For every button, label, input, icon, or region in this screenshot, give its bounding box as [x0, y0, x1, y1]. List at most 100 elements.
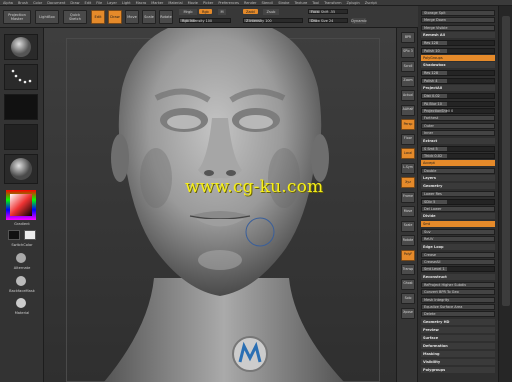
rgb-button[interactable]: Rgb: [199, 9, 212, 14]
thick-0-02-slider[interactable]: Thick 0.02: [421, 153, 495, 159]
merge-down-button[interactable]: Merge Down: [421, 17, 495, 24]
edit-button[interactable]: Edit: [91, 10, 105, 24]
zadd-button[interactable]: Zadd: [243, 9, 258, 14]
alternate-sphere-icon[interactable]: [16, 253, 26, 263]
backface-sphere-icon[interactable]: [16, 276, 26, 286]
menu-item-draw[interactable]: Draw: [70, 1, 79, 5]
res-128-slider[interactable]: Res 128: [421, 40, 495, 47]
tool-bpr-button[interactable]: BPR: [401, 32, 415, 43]
polygroups-button[interactable]: PolyGroups: [421, 55, 495, 61]
mrgb-button[interactable]: Mrgb: [179, 9, 197, 15]
tool-polyf-button[interactable]: PolyF: [401, 249, 415, 261]
menu-item-edit[interactable]: Edit: [85, 1, 92, 5]
menu-item-material[interactable]: Material: [168, 1, 182, 5]
menu-item-tool[interactable]: Tool: [312, 1, 319, 5]
palette-scrollbar[interactable]: [498, 6, 512, 382]
dynamic-button[interactable]: Dynamic: [351, 18, 367, 24]
menu-item-color[interactable]: Color: [33, 1, 42, 5]
scale-button[interactable]: Scale: [142, 10, 156, 24]
tool-scroll-button[interactable]: Scroll: [401, 61, 415, 72]
projectall-section[interactable]: ProjectAll: [421, 85, 495, 92]
geometry-hd-section[interactable]: Geometry HD: [421, 318, 495, 325]
menu-item-file[interactable]: File: [96, 1, 102, 5]
polish-4-slider[interactable]: Polish 4: [421, 77, 495, 84]
rotate-button[interactable]: Rotate: [159, 10, 173, 24]
del-lower-button[interactable]: Del Lower: [421, 206, 495, 212]
creaseall-button[interactable]: CreaseAll: [421, 259, 495, 265]
inner-button[interactable]: Inner: [421, 130, 495, 137]
edge-loop-section[interactable]: Edge Loop: [421, 243, 495, 250]
tool-move-button[interactable]: Move: [401, 206, 415, 217]
menu-item-document[interactable]: Document: [47, 1, 65, 5]
menu-item-render[interactable]: Render: [244, 1, 256, 5]
lightbox-button[interactable]: LightBox: [35, 10, 59, 24]
tool-scale-button[interactable]: Scale: [401, 220, 415, 232]
tool-persp-button[interactable]: Persp: [401, 119, 415, 130]
tool-l-sym-button[interactable]: L.Sym: [401, 162, 415, 174]
menu-item-layer[interactable]: Layer: [107, 1, 117, 5]
s-smt-5-slider[interactable]: S Smt 5: [421, 145, 495, 152]
delete-button[interactable]: Delete: [421, 311, 495, 318]
z-intensity-slider[interactable]: Z Intensity 100: [243, 18, 303, 23]
storage-spit-button[interactable]: Storage Spit: [421, 10, 495, 16]
outer-button[interactable]: Outer: [421, 122, 495, 129]
focal-shift-slider[interactable]: Focal Shift -55: [308, 9, 348, 14]
tool-floor-button[interactable]: Floor: [401, 133, 415, 145]
tool-aahalf-button[interactable]: AAHalf: [401, 104, 415, 116]
reconstruct-section[interactable]: Reconstruct: [421, 273, 495, 280]
tool-frame-button[interactable]: Frame: [401, 191, 415, 203]
material-small-icon[interactable]: [16, 298, 26, 308]
mesh-integrity-button[interactable]: Mesh Integrity: [421, 296, 495, 303]
farthest-button[interactable]: Farthest: [421, 115, 495, 122]
switch-color-label[interactable]: SwitchColor: [0, 243, 44, 247]
deformation-section[interactable]: Deformation: [421, 342, 495, 349]
menu-item-preferences[interactable]: Preferences: [218, 1, 239, 5]
palette-scroll-thumb[interactable]: [502, 16, 510, 306]
surface-section[interactable]: Surface: [421, 334, 495, 341]
reproject-higher-subdiv-button[interactable]: ReProject Higher Subdiv: [421, 281, 495, 288]
main-color-swatch[interactable]: [8, 230, 20, 240]
tool-rotate-button[interactable]: Rotate: [401, 235, 415, 246]
quick-sketch-button[interactable]: Quick Sketch: [63, 10, 87, 24]
tool-xyz-button[interactable]: Xyz: [401, 177, 415, 188]
geometry-section[interactable]: Geometry: [421, 183, 495, 190]
menu-item-movie[interactable]: Movie: [188, 1, 198, 5]
menu-item-marker[interactable]: Marker: [151, 1, 163, 5]
extract-section[interactable]: Extract: [421, 137, 495, 144]
reuv-button[interactable]: ReUV: [421, 236, 495, 243]
document-canvas[interactable]: [44, 28, 396, 382]
tool-ghost-button[interactable]: Ghost: [401, 278, 415, 290]
masking-section[interactable]: Masking: [421, 350, 495, 357]
crease-button[interactable]: Crease: [421, 251, 495, 258]
divide-section[interactable]: Divide: [421, 213, 495, 220]
brush-thumbnail[interactable]: [4, 34, 38, 60]
stroke-thumbnail[interactable]: [4, 64, 38, 90]
polygroups-section[interactable]: Polygroups: [421, 366, 495, 373]
secondary-color-swatch[interactable]: [24, 230, 36, 240]
polish-10-slider[interactable]: Polish 10: [421, 47, 495, 54]
menu-item-macro[interactable]: Macro: [136, 1, 147, 5]
menu-item-texture[interactable]: Texture: [294, 1, 307, 5]
tool-transp-button[interactable]: Transp: [401, 264, 415, 275]
remesh-all-section[interactable]: Remesh All: [421, 32, 495, 39]
smt-button[interactable]: Smt: [421, 221, 495, 228]
lower-res-button[interactable]: Lower Res: [421, 191, 495, 198]
m-button[interactable]: M: [218, 9, 226, 15]
menu-item-zscript[interactable]: Zscript: [365, 1, 377, 5]
draw-button[interactable]: Draw: [108, 10, 122, 24]
tool-actual-button[interactable]: Actual: [401, 90, 415, 101]
rgb-intensity-slider[interactable]: Rgb Intensity 100: [179, 18, 231, 23]
preview-section[interactable]: Preview: [421, 326, 495, 333]
visibility-section[interactable]: Visibility: [421, 358, 495, 365]
pa-blur-10-slider[interactable]: PA Blur 10: [421, 100, 495, 107]
layers-section[interactable]: Layers: [421, 175, 495, 182]
menu-item-stencil[interactable]: Stencil: [261, 1, 273, 5]
material-thumbnail[interactable]: [4, 154, 38, 184]
texture-thumbnail[interactable]: [4, 124, 38, 150]
tool-local-button[interactable]: Local: [401, 148, 415, 159]
zsub-button[interactable]: Zsub: [263, 9, 279, 15]
tool-solo-button[interactable]: Solo: [401, 293, 415, 304]
draw-size-slider[interactable]: Draw Size 24: [308, 18, 348, 23]
projection-master-button[interactable]: Projection Master: [3, 10, 31, 24]
smt-level-1-slider[interactable]: Smt Level 1: [421, 266, 495, 273]
